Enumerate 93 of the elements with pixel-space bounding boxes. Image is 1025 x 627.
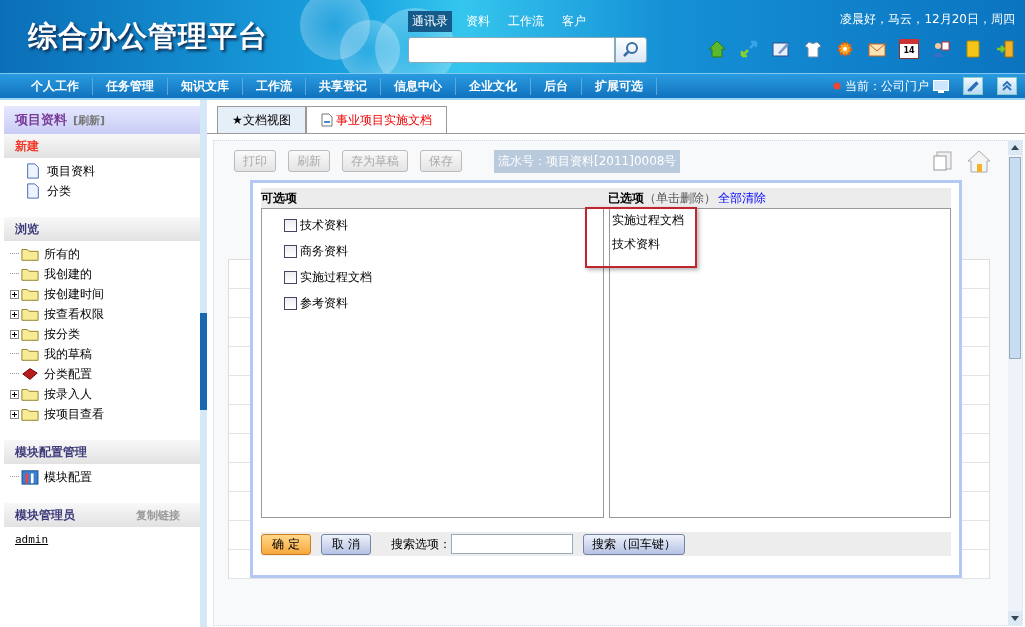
scroll-down-icon[interactable] [1008, 611, 1022, 625]
monitor-icon[interactable] [933, 79, 949, 93]
chevron-up-icon [1000, 79, 1014, 93]
option-label[interactable]: 参考资料 [300, 294, 348, 312]
dot-icon [833, 82, 841, 90]
search-options-field[interactable] [450, 534, 573, 554]
logo-text: 综合办公管理平台 [28, 18, 268, 54]
checkbox[interactable] [284, 270, 297, 284]
confirm-button[interactable]: 确 定 [261, 533, 311, 555]
document-icon [24, 183, 42, 199]
checkbox[interactable] [284, 244, 297, 258]
sidebar-item[interactable]: 按查看权限 [44, 305, 104, 323]
gear-icon[interactable] [835, 39, 855, 59]
section-title: 浏览 [15, 220, 39, 238]
expand-icon[interactable] [10, 409, 19, 419]
selected-item[interactable]: 技术资料 [609, 233, 950, 257]
sidebar-item[interactable]: 按分类 [44, 325, 80, 343]
scrollbar[interactable] [1008, 141, 1022, 625]
section-title: 模块管理员 [15, 506, 75, 524]
expand-icon[interactable] [10, 329, 19, 339]
clear-all-link[interactable]: 全部清除 [718, 189, 766, 207]
document-icon [24, 163, 42, 179]
current-portal-text: 当前：公司门户 [845, 77, 929, 95]
nav-item[interactable]: 企业文化 [456, 77, 531, 95]
option-label[interactable]: 技术资料 [300, 216, 348, 234]
sidebar-item[interactable]: 按项目查看 [44, 405, 104, 423]
sidebar-item[interactable]: 按创建时间 [44, 285, 104, 303]
sidebar-item[interactable]: 分类 [47, 182, 71, 200]
book-icon [21, 366, 39, 382]
available-title: 可选项 [261, 189, 297, 207]
scroll-thumb[interactable] [1009, 157, 1021, 359]
nav-item[interactable]: 工作流 [243, 77, 306, 95]
document-icon [320, 113, 333, 127]
nav-item[interactable]: 后台 [531, 77, 582, 95]
sidebar-item[interactable]: 所有的 [44, 245, 80, 263]
greeting-text: 凌晨好，马云，12月20日，周四 [840, 11, 1015, 28]
cancel-button[interactable]: 取 消 [320, 533, 371, 555]
search-tab[interactable]: 通讯录 [408, 11, 452, 32]
sidebar-title: 项目资料 [15, 111, 67, 129]
selected-title: 已选项 [608, 189, 644, 207]
expand-icon[interactable] [10, 389, 19, 399]
edit-icon[interactable] [771, 39, 791, 59]
sidebar-item[interactable]: 我的草稿 [44, 345, 92, 363]
expand-icon[interactable] [10, 309, 19, 319]
folder-icon [21, 386, 39, 402]
checkbox[interactable] [284, 296, 297, 310]
sidebar-item[interactable]: 分类配置 [44, 365, 92, 383]
collapse-button[interactable] [997, 77, 1017, 95]
admin-link[interactable]: admin [4, 527, 200, 546]
folder-icon [21, 346, 39, 362]
sidebar-item[interactable]: 模块配置 [44, 468, 92, 486]
tools-icon [21, 469, 39, 485]
option-label[interactable]: 商务资料 [300, 242, 348, 260]
folder-icon [21, 266, 39, 282]
option-label[interactable]: 实施过程文档 [300, 268, 372, 286]
calendar-icon[interactable]: 14 [899, 39, 919, 59]
folder-icon [21, 326, 39, 342]
search-icon [622, 41, 640, 59]
search-field[interactable] [408, 37, 615, 63]
nav-item[interactable]: 共享登记 [306, 77, 381, 95]
search-label: 搜索选项： [390, 535, 451, 553]
folder-icon [21, 406, 39, 422]
pen-button[interactable] [963, 77, 983, 95]
folder-icon [21, 306, 39, 322]
nav-item[interactable]: 知识文库 [168, 77, 243, 95]
folder-icon [21, 246, 39, 262]
sidebar-item[interactable]: 我创建的 [44, 265, 92, 283]
exit-icon[interactable] [995, 39, 1015, 59]
section-title: 模块配置管理 [15, 443, 87, 461]
tab[interactable]: ★文档视图 [217, 106, 306, 133]
serial-number: 流水号：项目资料[2011]0008号 [494, 149, 681, 173]
users-icon[interactable] [931, 39, 951, 59]
nav-item[interactable]: 个人工作 [18, 77, 93, 95]
sidebar-item[interactable]: 按录入人 [44, 385, 92, 403]
selected-hint: （单击删除） [644, 189, 716, 207]
shirt-icon[interactable] [803, 39, 823, 59]
scroll-up-icon[interactable] [1008, 141, 1022, 155]
pen-icon [966, 79, 980, 93]
nav-item[interactable]: 信息中心 [381, 77, 456, 95]
nav-item[interactable]: 任务管理 [93, 77, 168, 95]
search-button[interactable]: 搜索（回车键） [582, 533, 685, 555]
nav-item[interactable]: 扩展可选 [582, 77, 657, 95]
tab[interactable]: 事业项目实施文档 [305, 106, 447, 133]
sidebar-item[interactable]: 项目资料 [47, 162, 95, 180]
splitter-handle[interactable] [200, 313, 207, 410]
selected-item[interactable]: 实施过程文档 [609, 209, 950, 233]
expand-icon[interactable] [10, 289, 19, 299]
folder-icon [21, 286, 39, 302]
checkbox[interactable] [284, 218, 297, 232]
notebook-icon[interactable] [963, 39, 983, 59]
search-button[interactable] [615, 37, 647, 63]
section-title: 新建 [15, 137, 39, 155]
bubble-decoration [300, 0, 370, 60]
